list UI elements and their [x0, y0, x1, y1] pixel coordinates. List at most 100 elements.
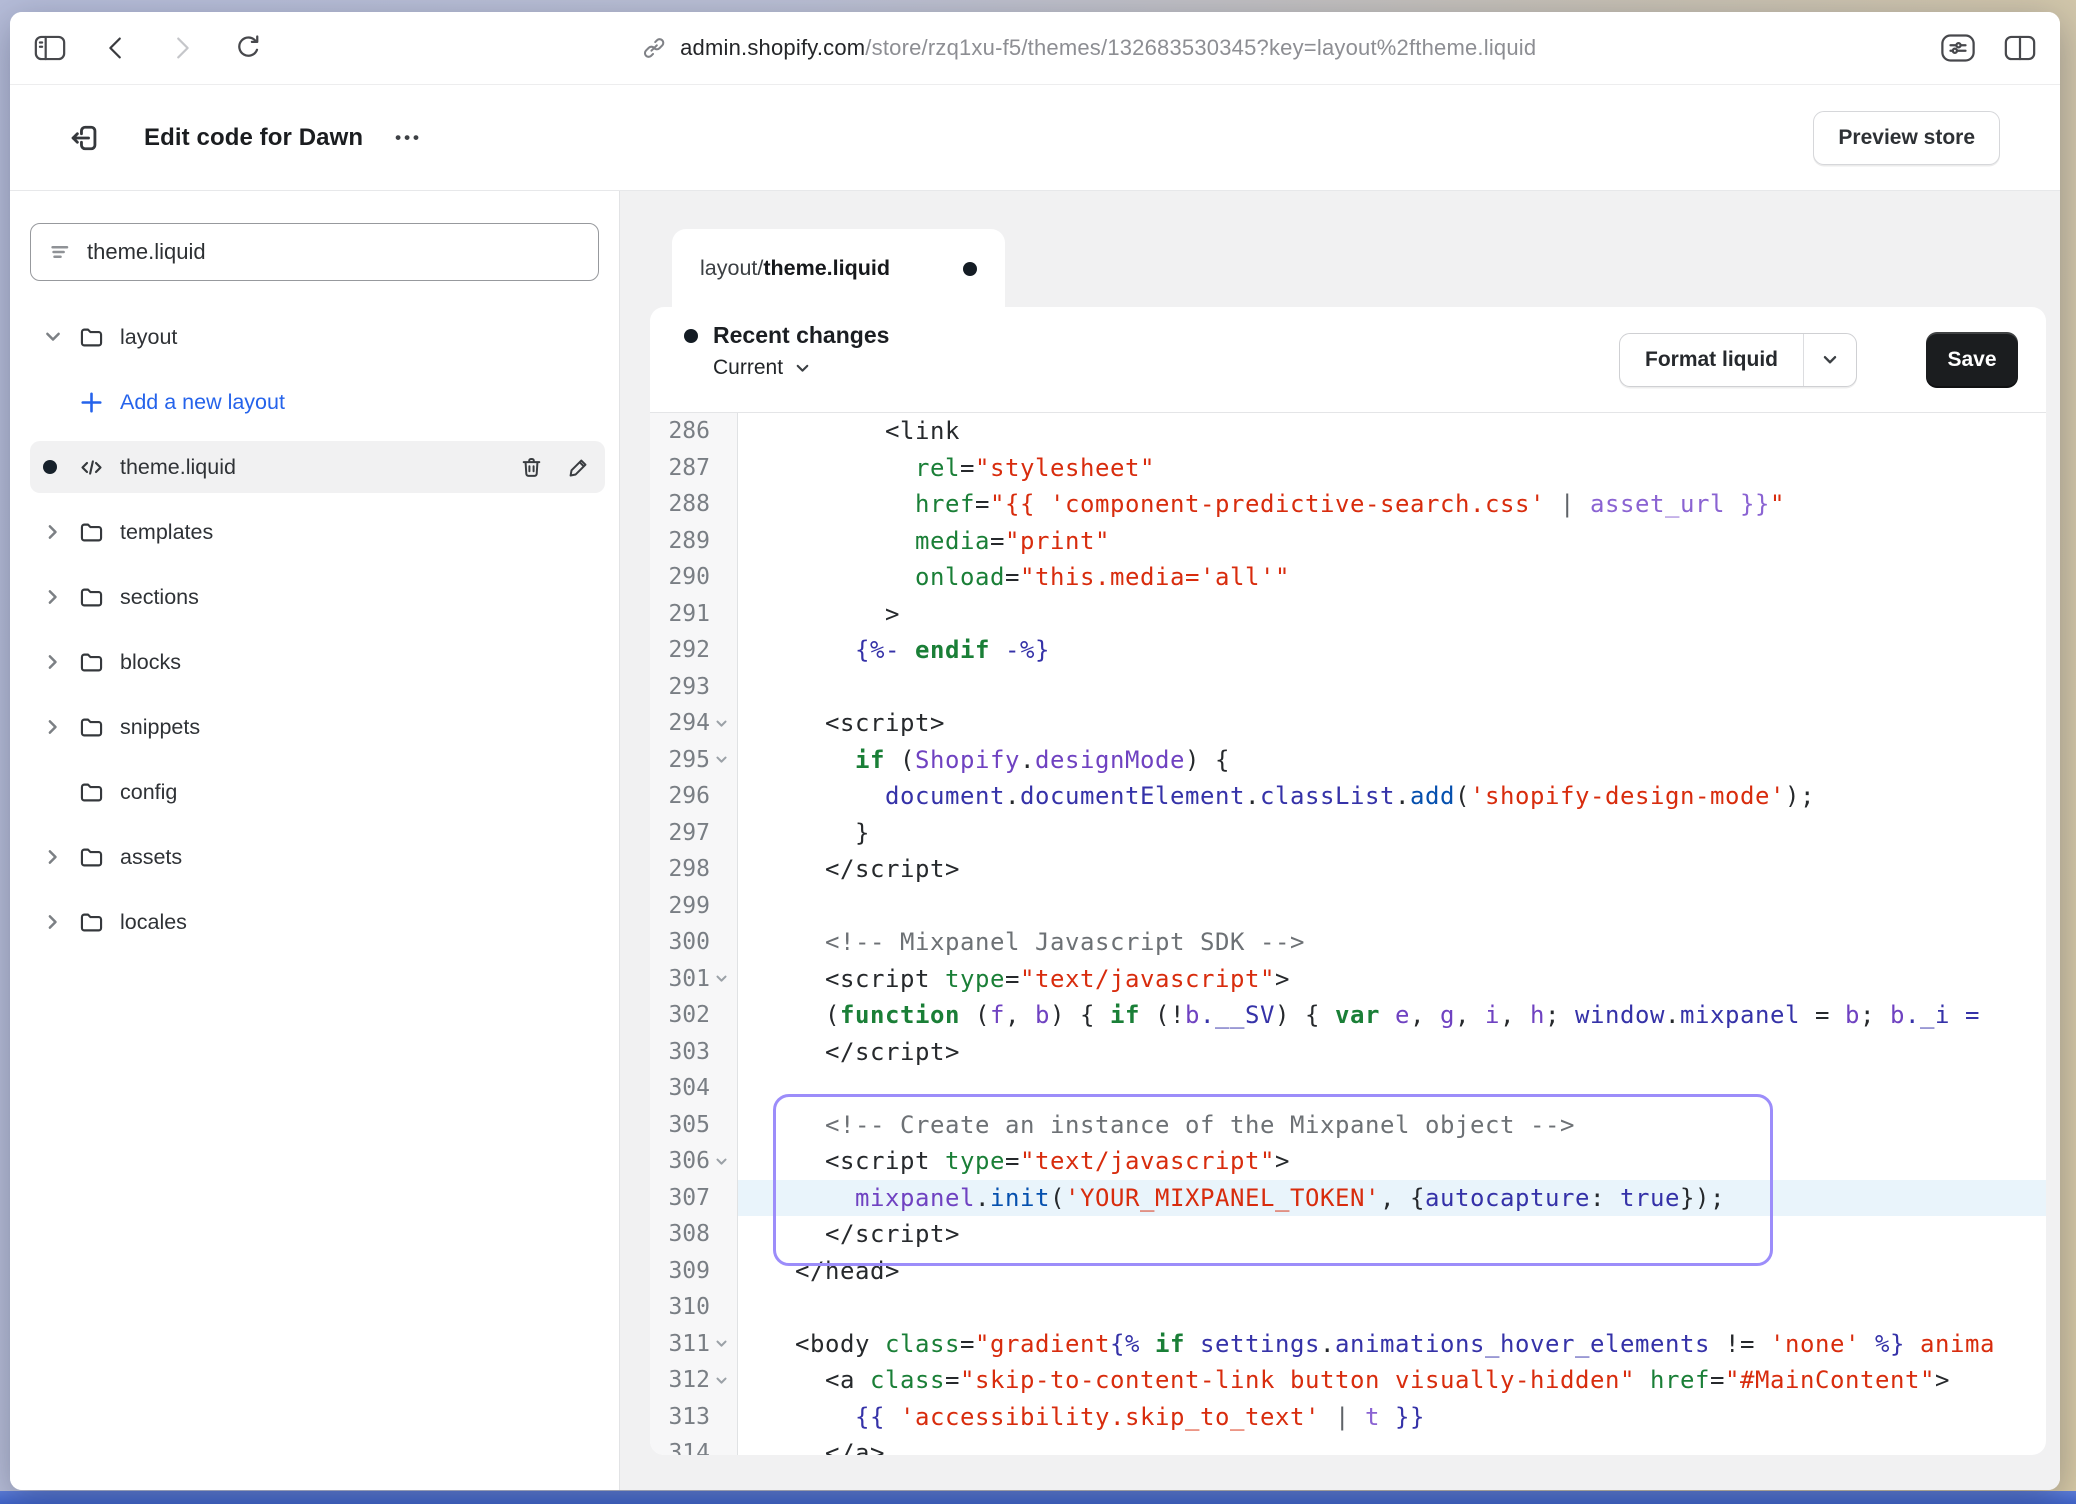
code-line-text[interactable]: document.documentElement.classList.add('… — [738, 778, 2046, 815]
format-options-chevron-icon[interactable] — [1803, 334, 1856, 386]
code-line-text[interactable]: <script type="text/javascript"> — [738, 961, 2046, 998]
code-line-303[interactable]: 303 </script> — [650, 1034, 2046, 1071]
code-line-314[interactable]: 314 </a> — [650, 1435, 2046, 1455]
code-line-text[interactable] — [738, 888, 2046, 925]
code-line-text[interactable]: </head> — [738, 1253, 2046, 1290]
code-line-text[interactable] — [738, 669, 2046, 706]
preview-store-button[interactable]: Preview store — [1813, 111, 2000, 165]
chevron-down-icon[interactable] — [43, 327, 78, 347]
code-line-text[interactable] — [738, 1289, 2046, 1326]
sidebar-item-assets[interactable]: assets — [30, 831, 605, 883]
code-line-302[interactable]: 302 (function (f, b) { if (!b.__SV) { va… — [650, 997, 2046, 1034]
format-liquid-button[interactable]: Format liquid — [1619, 333, 1857, 387]
fold-chevron-icon[interactable] — [713, 1372, 730, 1389]
reload-icon[interactable] — [232, 33, 264, 63]
sidebar-item-layout[interactable]: layout — [30, 311, 605, 363]
code-line-296[interactable]: 296 document.documentElement.classList.a… — [650, 778, 2046, 815]
code-line-301[interactable]: 301 <script type="text/javascript"> — [650, 961, 2046, 998]
code-line-text[interactable]: (function (f, b) { if (!b.__SV) { var e,… — [738, 997, 2046, 1034]
code-line-text[interactable]: <!-- Create an instance of the Mixpanel … — [738, 1107, 2046, 1144]
code-line-text[interactable]: </script> — [738, 1034, 2046, 1071]
more-menu-icon[interactable]: ••• — [395, 128, 422, 148]
sidebar-item-templates[interactable]: templates — [30, 506, 605, 558]
code-area[interactable]: 286 <link287 rel="stylesheet"288 href="{… — [650, 413, 2046, 1455]
code-line-298[interactable]: 298 </script> — [650, 851, 2046, 888]
code-line-text[interactable]: } — [738, 815, 2046, 852]
fold-chevron-icon[interactable] — [713, 715, 730, 732]
back-icon[interactable] — [100, 33, 132, 63]
tab-theme-liquid[interactable]: layout/theme.liquid — [672, 229, 1005, 308]
code-line-text[interactable] — [738, 1070, 2046, 1107]
save-button[interactable]: Save — [1926, 332, 2018, 388]
code-line-310[interactable]: 310 — [650, 1289, 2046, 1326]
code-line-297[interactable]: 297 } — [650, 815, 2046, 852]
code-line-305[interactable]: 305 <!-- Create an instance of the Mixpa… — [650, 1107, 2046, 1144]
code-line-text[interactable]: href="{{ 'component-predictive-search.cs… — [738, 486, 2046, 523]
code-line-290[interactable]: 290 onload="this.media='all'" — [650, 559, 2046, 596]
chevron-right-icon[interactable] — [43, 522, 78, 542]
chevron-right-icon[interactable] — [43, 652, 78, 672]
code-line-304[interactable]: 304 — [650, 1070, 2046, 1107]
code-line-311[interactable]: 311 <body class="gradient{% if settings.… — [650, 1326, 2046, 1363]
exit-editor-icon[interactable] — [68, 121, 102, 155]
code-line-text[interactable]: </script> — [738, 851, 2046, 888]
code-line-293[interactable]: 293 — [650, 669, 2046, 706]
fold-chevron-icon[interactable] — [713, 1335, 730, 1352]
extensions-toolbar-icon[interactable] — [1940, 33, 1976, 63]
code-line-294[interactable]: 294 <script> — [650, 705, 2046, 742]
fold-chevron-icon[interactable] — [713, 970, 730, 987]
code-line-312[interactable]: 312 <a class="skip-to-content-link butto… — [650, 1362, 2046, 1399]
code-line-299[interactable]: 299 — [650, 888, 2046, 925]
code-line-text[interactable]: <script type="text/javascript"> — [738, 1143, 2046, 1180]
code-line-text[interactable]: mixpanel.init('YOUR_MIXPANEL_TOKEN', {au… — [738, 1180, 2046, 1217]
chevron-right-icon[interactable] — [43, 717, 78, 737]
code-line-295[interactable]: 295 if (Shopify.designMode) { — [650, 742, 2046, 779]
code-line-text[interactable]: onload="this.media='all'" — [738, 559, 2046, 596]
sidebar-item-snippets[interactable]: snippets — [30, 701, 605, 753]
code-line-309[interactable]: 309 </head> — [650, 1253, 2046, 1290]
chevron-right-icon[interactable] — [43, 912, 78, 932]
code-line-text[interactable]: <a class="skip-to-content-link button vi… — [738, 1362, 2046, 1399]
code-line-292[interactable]: 292 {%- endif -%} — [650, 632, 2046, 669]
code-line-text[interactable]: media="print" — [738, 523, 2046, 560]
code-line-text[interactable]: {{ 'accessibility.skip_to_text' | t }} — [738, 1399, 2046, 1436]
rename-file-icon[interactable] — [566, 455, 591, 480]
sidebar-item-theme.liquid[interactable]: theme.liquid — [30, 441, 605, 493]
code-line-306[interactable]: 306 <script type="text/javascript"> — [650, 1143, 2046, 1180]
sidebar-item-config[interactable]: config — [30, 766, 605, 818]
sidebar-item-locales[interactable]: locales — [30, 896, 605, 948]
sidebar-item-sections[interactable]: sections — [30, 571, 605, 623]
chevron-right-icon[interactable] — [43, 847, 78, 867]
code-line-287[interactable]: 287 rel="stylesheet" — [650, 450, 2046, 487]
code-line-308[interactable]: 308 </script> — [650, 1216, 2046, 1253]
file-search[interactable] — [30, 223, 599, 281]
fold-chevron-icon[interactable] — [713, 1153, 730, 1170]
search-input[interactable] — [87, 239, 580, 265]
code-line-text[interactable]: > — [738, 596, 2046, 633]
code-line-text[interactable]: <script> — [738, 705, 2046, 742]
code-line-text[interactable]: rel="stylesheet" — [738, 450, 2046, 487]
code-line-text[interactable]: </a> — [738, 1435, 2046, 1455]
code-line-286[interactable]: 286 <link — [650, 413, 2046, 450]
code-line-text[interactable]: <body class="gradient{% if settings.anim… — [738, 1326, 2046, 1363]
url-bar[interactable]: admin.shopify.com/store/rzq1xu-f5/themes… — [641, 12, 1536, 84]
code-line-text[interactable]: <link — [738, 413, 2046, 450]
code-line-288[interactable]: 288 href="{{ 'component-predictive-searc… — [650, 486, 2046, 523]
code-line-text[interactable]: <!-- Mixpanel Javascript SDK --> — [738, 924, 2046, 961]
code-line-300[interactable]: 300 <!-- Mixpanel Javascript SDK --> — [650, 924, 2046, 961]
code-line-text[interactable]: </script> — [738, 1216, 2046, 1253]
chevron-right-icon[interactable] — [43, 587, 78, 607]
split-view-icon[interactable] — [2004, 33, 2036, 63]
code-line-text[interactable]: if (Shopify.designMode) { — [738, 742, 2046, 779]
sidebar-item-blocks[interactable]: blocks — [30, 636, 605, 688]
code-line-313[interactable]: 313 {{ 'accessibility.skip_to_text' | t … — [650, 1399, 2046, 1436]
version-selector[interactable]: Current — [713, 356, 889, 380]
sidebar-item-add-a-new-layout[interactable]: Add a new layout — [30, 376, 605, 428]
fold-chevron-icon[interactable] — [713, 751, 730, 768]
code-line-291[interactable]: 291 > — [650, 596, 2046, 633]
sidebar-toggle-icon[interactable] — [34, 33, 66, 63]
code-line-307[interactable]: 307 mixpanel.init('YOUR_MIXPANEL_TOKEN',… — [650, 1180, 2046, 1217]
code-line-289[interactable]: 289 media="print" — [650, 523, 2046, 560]
delete-file-icon[interactable] — [519, 455, 544, 480]
code-line-text[interactable]: {%- endif -%} — [738, 632, 2046, 669]
